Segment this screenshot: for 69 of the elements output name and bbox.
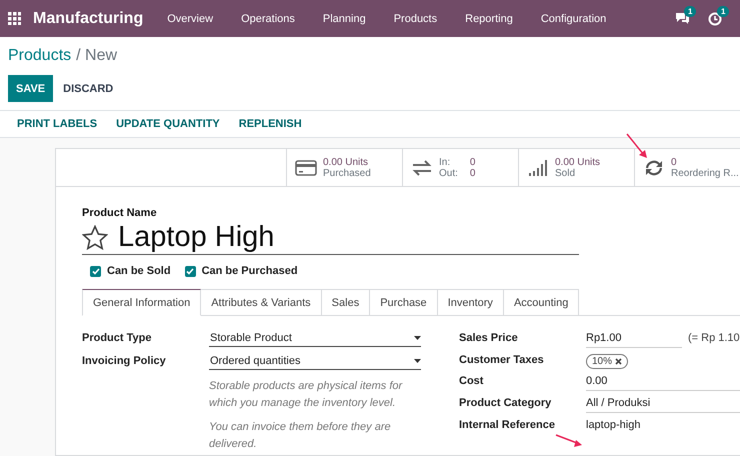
close-icon[interactable]	[615, 358, 622, 365]
action-button[interactable]: UPDATE QUANTITY	[116, 118, 220, 130]
caret-icon	[414, 359, 421, 363]
field-label: Internal Reference	[459, 419, 556, 433]
clock-icon[interactable]	[708, 12, 722, 26]
field-label: Product Category	[459, 397, 552, 411]
stat-label: Sold	[555, 168, 576, 178]
field-label: Invoicing Policy	[82, 355, 167, 369]
help-text: Storable products are physical items for which you manage the inventory level.	[209, 379, 404, 410]
stat-value: 0.00 Units	[555, 156, 600, 168]
apps-grid-icon[interactable]	[8, 12, 21, 25]
field-label: Sales Price	[459, 332, 519, 346]
nav-menu-item[interactable]: Operations	[241, 12, 295, 24]
annotation-arrow	[555, 434, 583, 448]
stat-button[interactable]: 0 Reordering R...	[634, 149, 740, 186]
nav-menu-item[interactable]: Products	[394, 12, 438, 24]
text-field[interactable]: 0.00	[586, 375, 740, 391]
checkbox-label: Can be Purchased	[202, 265, 298, 277]
refresh-icon	[643, 158, 665, 176]
nav-menu-item[interactable]: Configuration	[540, 12, 606, 24]
tab[interactable]: General Information	[82, 289, 202, 316]
stat-label: Out:	[439, 168, 458, 178]
checkbox[interactable]	[90, 266, 101, 276]
tab[interactable]: Purchase	[370, 289, 438, 316]
nav-menu-item[interactable]: Reporting	[465, 12, 513, 24]
credit-card-icon	[295, 158, 317, 176]
stat-value: 0	[470, 156, 476, 168]
converted-price: (= Rp 1.10	[688, 332, 740, 346]
field-label: Cost	[459, 375, 484, 389]
star-icon[interactable]	[82, 225, 108, 250]
stat-value: 0	[470, 168, 476, 178]
checkbox-label: Can be Sold	[107, 265, 171, 277]
field-label: Product Type	[82, 332, 152, 346]
text-field[interactable]: All / Produksi	[586, 397, 740, 413]
exchange-arrows-icon	[411, 158, 433, 176]
chat-icon[interactable]	[675, 12, 690, 25]
tab[interactable]: Inventory	[438, 289, 504, 316]
tab[interactable]: Sales	[322, 289, 370, 316]
field-label: Customer Taxes	[459, 354, 545, 368]
stat-label: In:	[439, 156, 452, 168]
tab[interactable]: Accounting	[504, 289, 580, 316]
select-field[interactable]: Storable Product	[209, 332, 421, 347]
nav-menu-item[interactable]: Overview	[167, 12, 214, 24]
text-field[interactable]: Rp1.00	[586, 332, 682, 348]
signal-bars-icon	[527, 158, 549, 176]
stat-label: Reordering R...	[671, 168, 739, 178]
tax-tag[interactable]: 10%	[586, 354, 628, 369]
checkbox[interactable]	[184, 266, 196, 276]
app-name[interactable]: Manufacturing	[33, 10, 144, 28]
annotation-arrow	[626, 133, 648, 159]
action-button[interactable]: REPLENISH	[238, 118, 302, 130]
select-field[interactable]: Ordered quantities	[209, 355, 421, 370]
stat-value: 0	[671, 156, 678, 168]
breadcrumb-current: / New	[76, 47, 118, 65]
tab[interactable]: Attributes & Variants	[201, 289, 322, 316]
breadcrumb-link[interactable]: Products	[8, 47, 72, 65]
stat-label: Purchased	[323, 168, 371, 178]
stat-value: 0.00 Units	[323, 156, 370, 168]
count-badge: 1	[717, 6, 730, 16]
save-button[interactable]: SAVE	[8, 75, 54, 102]
action-button[interactable]: PRINT LABELS	[17, 118, 98, 130]
field-label: Product Name	[82, 207, 158, 219]
discard-button[interactable]: DISCARD	[55, 75, 122, 102]
product-name-field[interactable]: Laptop High	[118, 221, 274, 254]
caret-icon	[414, 336, 421, 340]
text-field[interactable]: laptop-high	[586, 419, 740, 435]
help-text: You can invoice them before they are delivered.	[209, 420, 392, 452]
count-badge: 1	[684, 6, 696, 17]
nav-menu-item[interactable]: Planning	[322, 12, 366, 24]
